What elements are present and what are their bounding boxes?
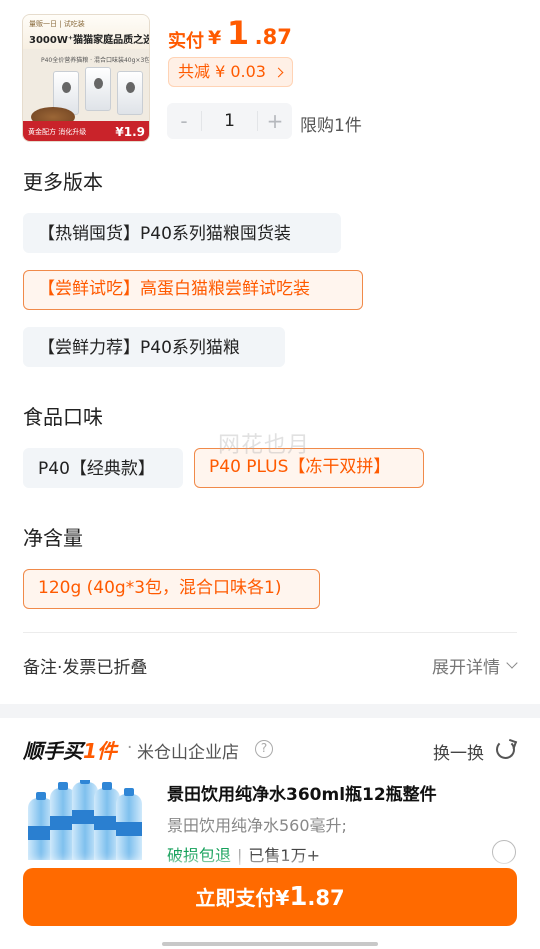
remark-label: 备注·发票已折叠 [23,658,148,678]
add-on-product-desc: 景田饮用纯净水560毫升; [167,816,347,835]
purchase-limit: 限购1件 [300,116,362,136]
pay-now-label: 立即支付¥ [195,886,290,910]
watermark: 网花也月 [218,433,311,458]
versions-title: 更多版本 [23,170,103,194]
currency-symbol: ¥ [208,27,222,49]
home-indicator [162,942,378,946]
separator-dot: · [127,738,133,758]
sold-count: 已售1万+ [248,846,320,865]
pay-now-dec: .87 [307,886,345,910]
version-option-selected[interactable]: 【尝鲜试吃】高蛋白猫粮尝鲜试吃装 [23,270,363,310]
product-image[interactable]: 量贩一日 | 试吃装 3000W⁺猫猫家庭品质之选 P40全价营养猫粮 · 混合… [22,14,150,142]
chevron-right-icon [273,67,284,77]
product-image-footer-text: 黄金配方 消化升级 [28,128,87,136]
divider [23,632,517,633]
pay-now-int: 1 [289,882,308,912]
product-image-headline: 3000W⁺猫猫家庭品质之选 [29,35,150,46]
help-icon[interactable]: ? [255,740,273,758]
pay-label: 实付 [168,31,204,52]
pay-amount: ¥ 1 .87 [208,14,292,52]
flavor-title: 食品口味 [23,405,103,429]
product-image-subline: P40全价营养猫粮 · 混合口味装40g×3包 [41,57,150,64]
version-option[interactable]: 【热销囤货】P40系列猫粮囤货装 [23,213,341,253]
swap-button[interactable]: 换一换 [433,739,484,764]
store-name[interactable]: 米仓山企业店 [137,738,239,763]
product-image-footer-price: ¥1.9 [115,125,145,139]
water-bottle [116,788,142,860]
weight-option-selected[interactable]: 120g (40g*3包，混合口味各1) [23,569,320,609]
add-on-title-prefix: 顺手买 [23,739,83,763]
return-policy-tag: 破损包退 [167,846,232,865]
saving-text: 共减 ¥ 0.03 [178,62,266,81]
add-on-product-tags: 破损包退 | 已售1万+ [167,842,320,866]
tag-separator: | [237,846,243,865]
flavor-option[interactable]: P40【经典款】 [23,448,183,488]
add-on-title-accent: 1件 [83,739,117,763]
quantity-value[interactable]: 1 [201,111,258,131]
refresh-icon[interactable] [496,740,515,759]
add-on-product-name[interactable]: 景田饮用纯净水360ml瓶12瓶整件 [167,780,437,805]
saving-badge[interactable]: 共减 ¥ 0.03 [168,57,293,87]
add-on-product-image[interactable] [22,780,150,860]
decrement-button[interactable]: - [167,103,201,139]
pay-now-button[interactable]: 立即支付¥1.87 [23,868,517,926]
add-on-title: 顺手买1件 [23,735,117,764]
quantity-stepper[interactable]: - 1 + [167,103,292,139]
weight-title: 净含量 [23,526,83,550]
cat-food-bag [85,67,111,111]
add-on-select-radio[interactable] [492,840,516,864]
price-integer: 1 [226,14,250,52]
version-option[interactable]: 【尝鲜力荐】P40系列猫粮 [23,327,285,367]
expand-details-button[interactable]: 展开详情 [432,653,518,678]
increment-button[interactable]: + [258,103,292,139]
price-decimal: .87 [254,25,292,49]
expand-details-label: 展开详情 [432,658,500,678]
product-image-top-tag: 量贩一日 | 试吃装 [29,20,85,28]
chevron-down-icon [506,657,518,669]
cat-food-bag [117,71,143,115]
section-separator [0,704,540,718]
